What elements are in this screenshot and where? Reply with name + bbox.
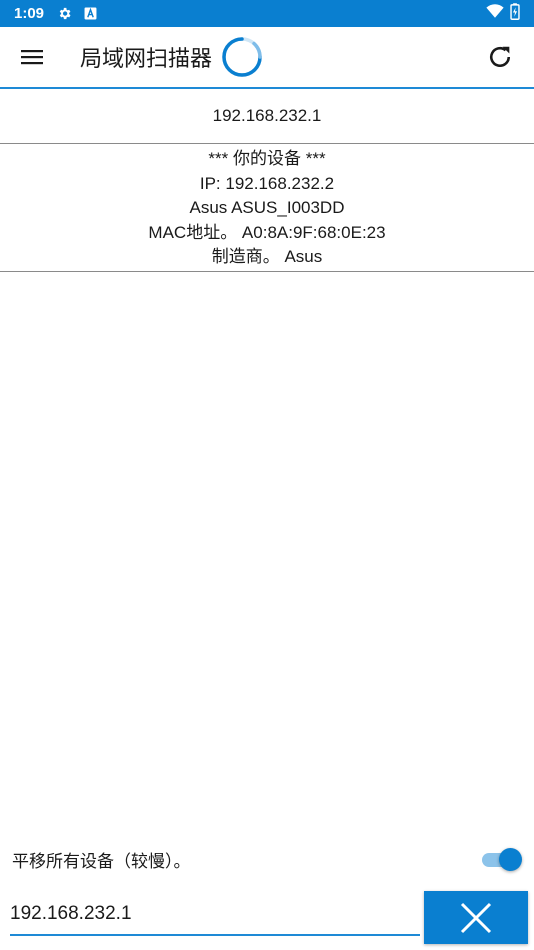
close-icon — [460, 902, 492, 933]
hamburger-menu-button[interactable] — [12, 37, 52, 77]
device-item-self[interactable]: *** 你的设备 *** IP: 192.168.232.2 Asus ASUS… — [0, 144, 534, 272]
status-right-group — [486, 2, 520, 25]
wifi-icon — [486, 3, 504, 24]
loading-spinner-icon — [222, 37, 262, 77]
toggle-thumb — [499, 848, 522, 871]
device-mac: MAC地址。 A0:8A:9F:68:0E:23 — [148, 222, 386, 242]
scan-all-toggle-row: 平移所有设备（较慢）。 — [0, 840, 534, 878]
battery-charging-icon — [510, 2, 520, 25]
device-header: *** 你的设备 *** — [208, 149, 326, 168]
scan-all-label: 平移所有设备（较慢）。 — [12, 851, 191, 871]
scan-all-toggle[interactable] — [480, 847, 522, 871]
device-item-gateway[interactable]: 192.168.232.1 — [0, 89, 534, 144]
device-vendor: 制造商。 Asus — [211, 247, 323, 266]
refresh-icon — [490, 46, 511, 67]
refresh-button[interactable] — [480, 37, 520, 77]
ip-input-row — [0, 890, 534, 946]
gear-icon — [56, 6, 72, 22]
device-list: 192.168.232.1 *** 你的设备 *** IP: 192.168.2… — [0, 89, 534, 272]
status-bar: 1:09 — [0, 0, 534, 27]
device-ip: IP: 192.168.232.2 — [199, 173, 335, 193]
device-model: Asus ASUS_I003DD — [189, 198, 345, 217]
device-ip: 192.168.232.1 — [212, 105, 322, 125]
cancel-scan-button[interactable] — [424, 891, 528, 944]
hamburger-menu-icon — [21, 50, 43, 65]
status-time: 1:09 — [14, 5, 45, 22]
ip-input[interactable] — [10, 898, 420, 936]
app-bar: 局域网扫描器 — [0, 27, 534, 89]
page-title: 局域网扫描器 — [80, 46, 213, 71]
a-badge-icon — [82, 6, 98, 22]
